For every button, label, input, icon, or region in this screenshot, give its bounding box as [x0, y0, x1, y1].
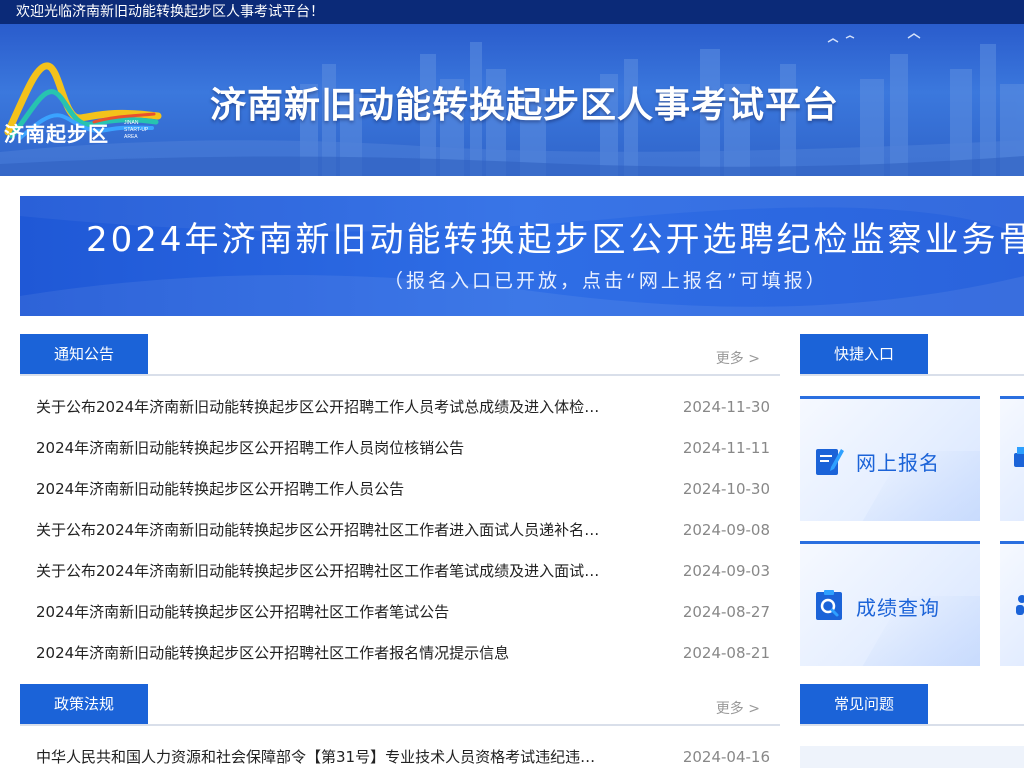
- tab-quick-entry[interactable]: 快捷入口: [800, 334, 928, 374]
- score-query-label: 成绩查询: [856, 596, 940, 620]
- faq-header: 常见问题: [800, 684, 1024, 726]
- notice-date: 2024-10-30: [682, 480, 770, 498]
- notice-title[interactable]: 2024年济南新旧动能转换起步区公开招聘工作人员公告: [36, 469, 606, 510]
- notice-date: 2024-11-30: [682, 398, 770, 416]
- online-registration-label: 网上报名: [856, 451, 940, 475]
- policies-list: 中华人民共和国人力资源和社会保障部令【第31号】专业技术人员资格考试违纪违规行为…: [20, 737, 780, 768]
- notices-header: 通知公告 更多 >: [20, 334, 780, 376]
- banner-title: 2024年济南新旧动能转换起步区公开选聘纪检监察业务骨干: [86, 220, 1024, 260]
- edit-form-icon: [816, 449, 844, 475]
- notice-title[interactable]: 关于公布2024年济南新旧动能转换起步区公开招聘社区工作者进入面试人员递补名单的…: [36, 510, 606, 551]
- list-item[interactable]: 2024年济南新旧动能转换起步区公开招聘社区工作者报名情况提示信息 2024-0…: [20, 633, 780, 674]
- notice-date: 2024-09-08: [682, 521, 770, 539]
- announcement-banner[interactable]: 2024年济南新旧动能转换起步区公开选聘纪检监察业务骨干 （报名入口已开放，点击…: [20, 196, 1024, 316]
- notices-more-link[interactable]: 更多 >: [716, 348, 760, 368]
- notice-date: 2024-08-21: [682, 644, 770, 662]
- faq-list: [800, 746, 1024, 768]
- welcome-text: 欢迎光临济南新旧动能转换起步区人事考试平台！: [16, 4, 324, 20]
- notice-title[interactable]: 关于公布2024年济南新旧动能转换起步区公开招聘社区工作者笔试成绩及进入面试资格…: [36, 551, 606, 592]
- notice-title[interactable]: 2024年济南新旧动能转换起步区公开招聘工作人员岗位核销公告: [36, 428, 606, 469]
- notices-list: 关于公布2024年济南新旧动能转换起步区公开招聘工作人员考试总成绩及进入体检考察…: [20, 387, 780, 674]
- search-clipboard-icon: [816, 590, 842, 620]
- notice-date: 2024-08-27: [682, 603, 770, 621]
- tab-faq[interactable]: 常见问题: [800, 684, 928, 724]
- banner-subtitle: （报名入口已开放，点击“网上报名”可填报）: [384, 270, 828, 292]
- notice-title[interactable]: 关于公布2024年济南新旧动能转换起步区公开招聘工作人员考试总成绩及进入体检考察…: [36, 387, 606, 428]
- policies-more-link[interactable]: 更多 >: [716, 698, 760, 718]
- policies-header: 政策法规 更多 >: [20, 684, 780, 726]
- list-item[interactable]: 关于公布2024年济南新旧动能转换起步区公开招聘社区工作者进入面试人员递补名单的…: [20, 510, 780, 551]
- logo-text: 济南起步区: [4, 122, 109, 146]
- list-item[interactable]: 2024年济南新旧动能转换起步区公开招聘工作人员岗位核销公告 2024-11-1…: [20, 428, 780, 469]
- site-header: 济南起步区 JINAN START-UP AREA 济南新旧动能转换起步区人事考…: [0, 24, 1024, 176]
- quick-entry-card-partial[interactable]: [1000, 396, 1024, 521]
- logo-english-text: JINAN START-UP AREA: [124, 120, 149, 140]
- site-title: 济南新旧动能转换起步区人事考试平台: [210, 85, 840, 126]
- notice-date: 2024-09-03: [682, 562, 770, 580]
- tab-policies[interactable]: 政策法规: [20, 684, 148, 724]
- quick-entry-card-partial[interactable]: [1000, 541, 1024, 666]
- notice-title[interactable]: 2024年济南新旧动能转换起步区公开招聘社区工作者笔试公告: [36, 592, 606, 633]
- notice-title[interactable]: 2024年济南新旧动能转换起步区公开招聘社区工作者报名情况提示信息: [36, 633, 606, 674]
- tab-notices[interactable]: 通知公告: [20, 334, 148, 374]
- policy-title[interactable]: 中华人民共和国人力资源和社会保障部令【第31号】专业技术人员资格考试违纪违规行为…: [36, 737, 606, 768]
- quick-entry-header: 快捷入口: [800, 334, 1024, 376]
- printer-icon: [1014, 447, 1024, 467]
- list-item[interactable]: 2024年济南新旧动能转换起步区公开招聘社区工作者笔试公告 2024-08-27: [20, 592, 780, 633]
- list-item[interactable]: 中华人民共和国人力资源和社会保障部令【第31号】专业技术人员资格考试违纪违规行为…: [20, 737, 780, 768]
- list-item[interactable]: 关于公布2024年济南新旧动能转换起步区公开招聘社区工作者笔试成绩及进入面试资格…: [20, 551, 780, 592]
- welcome-bar: 欢迎光临济南新旧动能转换起步区人事考试平台！: [0, 0, 1024, 24]
- online-registration-button[interactable]: 网上报名: [800, 396, 980, 521]
- notice-date: 2024-11-11: [682, 439, 770, 457]
- score-query-button[interactable]: 成绩查询: [800, 541, 980, 666]
- list-item[interactable]: 2024年济南新旧动能转换起步区公开招聘工作人员公告 2024-10-30: [20, 469, 780, 510]
- person-icon: [1016, 595, 1024, 615]
- policy-date: 2024-04-16: [682, 748, 770, 766]
- list-item[interactable]: 关于公布2024年济南新旧动能转换起步区公开招聘工作人员考试总成绩及进入体检考察…: [20, 387, 780, 428]
